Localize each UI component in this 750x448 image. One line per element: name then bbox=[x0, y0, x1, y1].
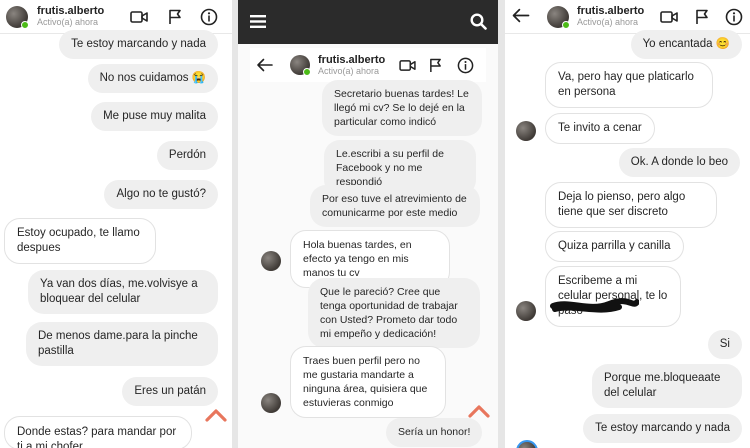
search-icon[interactable] bbox=[470, 13, 487, 35]
message-bubble-received: Estoy ocupado, te llamo despues bbox=[4, 218, 156, 264]
flag-icon[interactable] bbox=[426, 56, 444, 74]
contact-status: Activo(a) ahora bbox=[318, 65, 380, 76]
message-bubble-received: Te invito a cenar bbox=[545, 113, 655, 144]
message-bubble-received: Va, pero hay que platicarlo en persona bbox=[545, 62, 713, 108]
message-bubble-received: Quiza parrilla y canilla bbox=[545, 231, 684, 262]
chat-panel-right: frutis.alberto Activo(a) ahora Yo encant… bbox=[505, 0, 750, 448]
message-bubble-sent: Secretario buenas tardes! Le llegó mi cv… bbox=[322, 80, 482, 136]
message-bubble-received: Traes buen perfil pero no me gustaria ma… bbox=[290, 346, 446, 418]
message-bubble-sent: Por eso tuve el atrevimiento de comunica… bbox=[310, 185, 480, 227]
avatar bbox=[516, 301, 536, 321]
message-bubble-sent: De menos dame.para la pinche pastilla bbox=[26, 322, 218, 366]
message-bubble-sent: Algo no te gustó? bbox=[104, 180, 218, 209]
message-bubble-sent: Te estoy marcando y nada bbox=[583, 414, 742, 443]
back-arrow-icon[interactable] bbox=[511, 8, 530, 28]
contact-name[interactable]: frutis.alberto bbox=[37, 5, 104, 17]
chat-panel-left: frutis.alberto Activo(a) ahora Te estoy … bbox=[0, 0, 232, 448]
message-bubble-sent: Ya van dos días, me.volvisye a bloquear … bbox=[28, 270, 218, 314]
contact-name[interactable]: frutis.alberto bbox=[318, 54, 385, 66]
contact-status: Activo(a) ahora bbox=[37, 17, 99, 27]
panel-separator bbox=[498, 0, 505, 448]
message-bubble-sent: Que le pareció? Cree que tenga oportunid… bbox=[308, 278, 480, 348]
video-camera-icon[interactable] bbox=[130, 8, 148, 26]
flag-icon[interactable] bbox=[693, 8, 711, 26]
app-top-bar bbox=[238, 0, 498, 44]
message-bubble-sent: Porque me.bloqueaate del celular bbox=[592, 364, 742, 408]
info-icon[interactable] bbox=[456, 56, 474, 74]
online-indicator bbox=[303, 68, 311, 76]
info-icon[interactable] bbox=[725, 8, 743, 26]
chat-header: frutis.alberto Activo(a) ahora bbox=[0, 0, 232, 34]
chat-header: frutis.alberto Activo(a) ahora bbox=[250, 48, 486, 82]
avatar bbox=[261, 393, 281, 413]
contact-name[interactable]: frutis.alberto bbox=[577, 5, 644, 17]
video-camera-icon[interactable] bbox=[660, 8, 678, 26]
message-bubble-sent: Ok. A donde lo beo bbox=[618, 148, 740, 177]
message-bubble-sent: Eres un patán bbox=[122, 377, 218, 406]
chat-header: frutis.alberto Activo(a) ahora bbox=[505, 0, 750, 34]
redaction-scribble bbox=[550, 298, 639, 313]
online-indicator bbox=[21, 20, 29, 29]
avatar[interactable] bbox=[547, 5, 570, 29]
avatar bbox=[261, 251, 281, 271]
back-arrow-icon[interactable] bbox=[256, 58, 273, 77]
online-indicator bbox=[562, 20, 570, 29]
menu-icon[interactable] bbox=[250, 15, 266, 33]
avatar[interactable] bbox=[6, 5, 29, 29]
info-icon[interactable] bbox=[200, 8, 218, 26]
message-bubble-sent: Si bbox=[707, 330, 742, 359]
flag-icon[interactable] bbox=[166, 8, 184, 26]
message-bubble-sent: No nos cuidamos 😭 bbox=[87, 64, 218, 93]
avatar bbox=[516, 440, 538, 448]
contact-status: Activo(a) ahora bbox=[577, 17, 639, 27]
message-bubble-sent: Sería un honor! bbox=[386, 418, 483, 447]
avatar[interactable] bbox=[290, 55, 311, 76]
message-bubble-received: Donde estas? para mandar por ti a mi cho… bbox=[4, 416, 192, 448]
message-bubble-received: Deja lo pienso, pero algo tiene que ser … bbox=[545, 182, 717, 228]
chat-panel-middle: frutis.alberto Activo(a) ahora Secretari… bbox=[238, 0, 498, 448]
avatar bbox=[516, 121, 536, 141]
message-bubble-sent: Me puse muy malita bbox=[91, 102, 218, 131]
video-camera-icon[interactable] bbox=[398, 56, 416, 74]
message-bubble-sent: Perdón bbox=[156, 141, 218, 170]
message-bubble-sent: Te estoy marcando y nada bbox=[59, 30, 218, 59]
scroll-up-chevron-icon[interactable] bbox=[468, 404, 490, 418]
scroll-up-chevron-icon[interactable] bbox=[205, 408, 227, 422]
message-bubble-sent: Yo encantada 😊 bbox=[630, 30, 742, 59]
